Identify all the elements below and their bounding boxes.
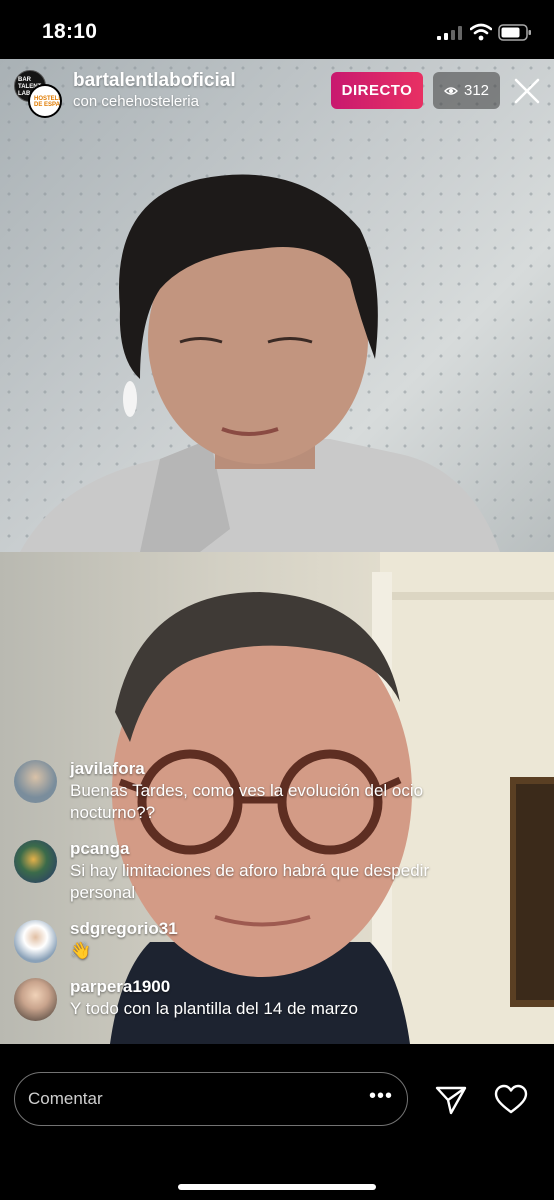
comment-list: javilafora Buenas Tardes, como ves la ev…	[14, 758, 444, 1034]
host-person	[20, 174, 500, 552]
comment-placeholder: Comentar	[28, 1089, 103, 1108]
home-indicator[interactable]	[178, 1184, 376, 1190]
wifi-icon	[470, 23, 492, 41]
comment-text: Buenas Tardes, como ves la evolución del…	[70, 781, 424, 822]
comment-item: sdgregorio31 👋	[14, 918, 444, 963]
viewer-count-badge[interactable]: 312	[433, 72, 500, 109]
comment-input[interactable]: Comentar •••	[14, 1072, 408, 1126]
host-username[interactable]: bartalentlaboficial	[73, 70, 236, 92]
comment-username[interactable]: pcanga	[70, 838, 444, 860]
comment-username[interactable]: sdgregorio31	[70, 918, 444, 940]
comment-item: parpera1900 Y todo con la plantilla del …	[14, 976, 444, 1021]
comment-text: 👋	[70, 941, 92, 960]
avatar[interactable]	[14, 920, 57, 963]
close-icon[interactable]	[512, 76, 542, 106]
guest-avatar[interactable]: HOSTELERÍA DE ESPAÑA	[28, 84, 62, 118]
comment-username[interactable]: javilafora	[70, 758, 444, 780]
status-time: 18:10	[42, 20, 98, 43]
live-badge: DIRECTO	[331, 72, 423, 109]
more-options-icon[interactable]: •••	[369, 1085, 393, 1108]
heart-icon[interactable]	[494, 1084, 528, 1116]
battery-icon	[498, 24, 531, 41]
host-avatar-group[interactable]: BAR TALENT LAB HOSTELERÍA DE ESPAÑA	[14, 70, 62, 118]
status-bar: 18:10	[0, 0, 554, 60]
host-video	[0, 59, 554, 552]
send-icon[interactable]	[434, 1084, 468, 1116]
eye-icon	[443, 86, 458, 95]
signal-icon	[437, 26, 462, 40]
guest-label[interactable]: con cehehosteleria	[73, 93, 199, 110]
comment-text: Si hay limitaciones de aforo habrá que d…	[70, 861, 430, 902]
viewer-count: 312	[463, 82, 490, 99]
comment-username[interactable]: parpera1900	[70, 976, 444, 998]
avatar[interactable]	[14, 978, 57, 1021]
comment-text: Y todo con la plantilla del 14 de marzo	[70, 999, 358, 1018]
comment-item: javilafora Buenas Tardes, como ves la ev…	[14, 758, 444, 824]
avatar[interactable]	[14, 760, 57, 803]
avatar[interactable]	[14, 840, 57, 883]
comment-item: pcanga Si hay limitaciones de aforo habr…	[14, 838, 444, 904]
